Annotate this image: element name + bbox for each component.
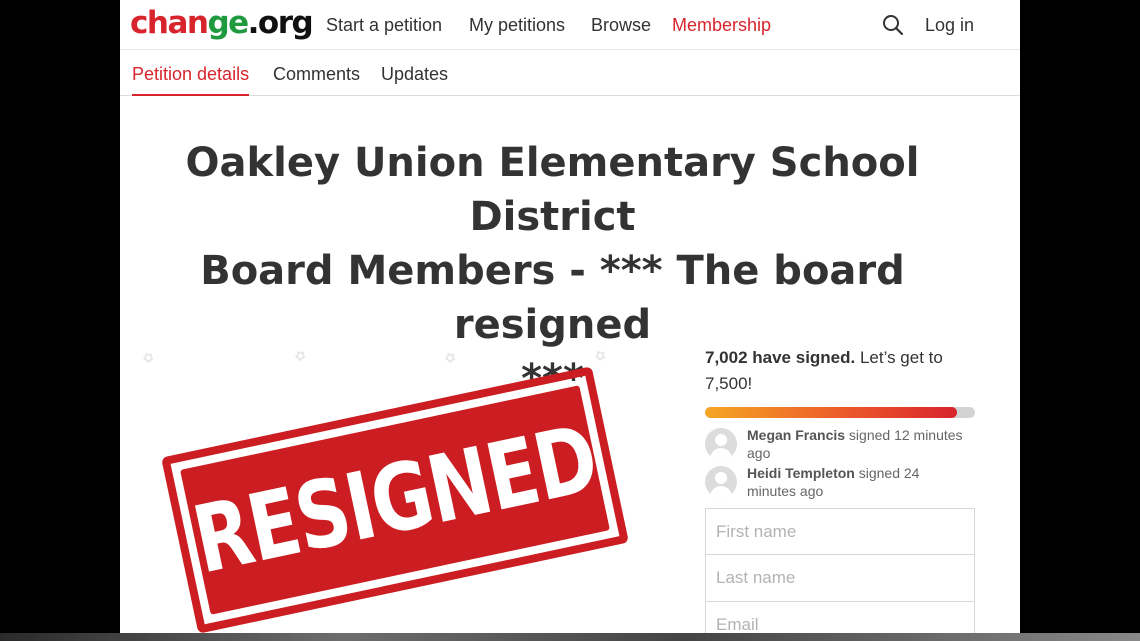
nav-membership[interactable]: Membership [672, 14, 771, 36]
last-name-field[interactable] [705, 555, 975, 602]
nav-my-petitions[interactable]: My petitions [469, 14, 565, 36]
recent-signer: Megan Francis signed 12 minutes ago [705, 426, 975, 462]
tab-petition-details[interactable]: Petition details [132, 63, 250, 96]
nav-browse[interactable]: Browse [591, 14, 651, 36]
sign-panel: 7,002 have signed. Let’s get to 7,500! M… [705, 345, 975, 641]
signature-progress-bar [705, 407, 975, 418]
first-name-field[interactable] [705, 508, 975, 555]
resigned-stamp: RESIGNED [161, 366, 629, 634]
top-nav: change.org Start a petition My petitions… [120, 0, 1020, 50]
login-link[interactable]: Log in [925, 14, 974, 36]
watermark-mark: ✿ [139, 348, 157, 367]
stamp-text: RESIGNED [184, 405, 606, 595]
watermark-mark: ✿ [291, 346, 309, 365]
avatar [705, 428, 737, 460]
tab-comments[interactable]: Comments [273, 63, 360, 85]
recent-signer: Heidi Templeton signed 24 minutes ago [705, 464, 975, 500]
signer-name: Heidi Templeton [747, 465, 855, 481]
signature-count: 7,002 have signed. Let’s get to 7,500! [705, 345, 975, 397]
petition-image: ✿ ✿ ✿ ✿ RESIGNED [135, 340, 675, 641]
search-icon[interactable] [882, 14, 904, 36]
progress-fill [705, 407, 958, 418]
avatar [705, 466, 737, 498]
sign-form [705, 508, 975, 641]
signer-name: Megan Francis [747, 427, 846, 443]
bottom-photo-strip [0, 633, 1140, 641]
change-org-logo[interactable]: change.org [130, 4, 314, 42]
signer-text: Heidi Templeton signed 24 minutes ago [747, 464, 972, 500]
petition-tabs: Petition details Comments Updates [120, 50, 1020, 96]
petition-page: change.org Start a petition My petitions… [120, 0, 1020, 641]
title-line-2: Board Members - *** The board resigned [200, 248, 905, 348]
tab-updates[interactable]: Updates [381, 63, 448, 85]
signed-count: 7,002 have signed. [705, 348, 856, 367]
title-line-1: Oakley Union Elementary School District [185, 140, 920, 240]
watermark-mark: ✿ [591, 346, 609, 365]
watermark-mark: ✿ [441, 348, 459, 367]
signer-text: Megan Francis signed 12 minutes ago [747, 426, 972, 462]
nav-start-petition[interactable]: Start a petition [326, 14, 442, 36]
